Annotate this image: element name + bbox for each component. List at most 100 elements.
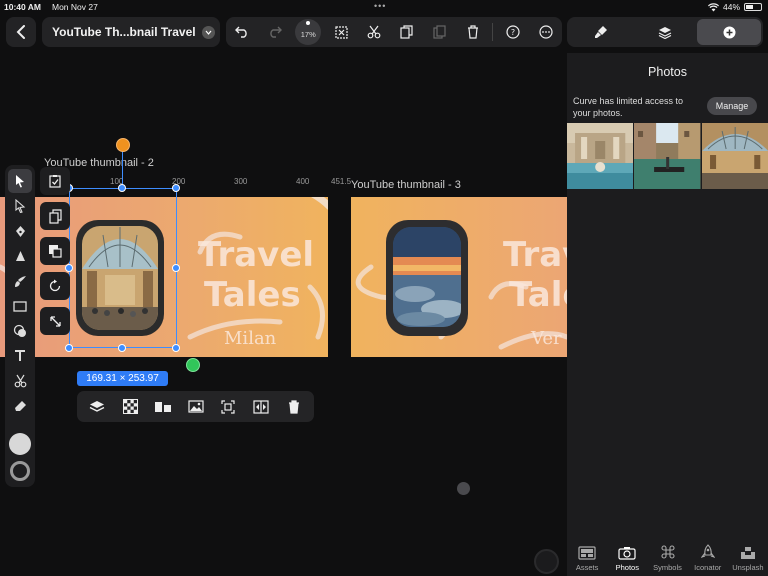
text-tool[interactable] xyxy=(8,344,32,368)
panel-title: Photos xyxy=(648,65,687,79)
panel-tabs xyxy=(567,17,763,47)
boolean-button[interactable] xyxy=(146,391,179,422)
floating-action-dot[interactable] xyxy=(534,549,559,574)
title-line-tales[interactable]: Tales xyxy=(204,275,301,315)
corner-radius-handle[interactable] xyxy=(186,358,200,372)
eraser-icon xyxy=(14,400,26,411)
crop-select-button[interactable] xyxy=(325,17,358,47)
scissors-tool[interactable] xyxy=(8,369,32,393)
resize-handle-bl[interactable] xyxy=(65,344,73,352)
more-button[interactable] xyxy=(529,17,562,47)
resize-handle-br[interactable] xyxy=(172,344,180,352)
rectangle-icon xyxy=(13,300,27,312)
rotation-line xyxy=(122,150,123,188)
tab-assets[interactable]: Assets xyxy=(567,532,607,572)
fit-frame-icon xyxy=(221,399,235,414)
airplane-window-frame[interactable] xyxy=(385,219,469,337)
tab-iconator[interactable]: Iconator xyxy=(688,532,728,572)
tab-assets-label: Assets xyxy=(575,563,599,572)
document-copy-icon xyxy=(48,208,62,224)
fit-content-button[interactable] xyxy=(212,391,245,422)
copy-button[interactable] xyxy=(391,17,424,47)
arrange-button[interactable] xyxy=(81,391,114,422)
stroke-color-swatch[interactable] xyxy=(10,461,30,481)
pen-tool[interactable] xyxy=(8,219,32,243)
secondary-toolbar xyxy=(40,165,70,337)
unsplash-icon xyxy=(740,547,755,559)
pencil-tool[interactable] xyxy=(8,244,32,268)
title-line-travel-3[interactable]: Trav xyxy=(503,235,567,275)
document-title-button[interactable]: YouTube Th...bnail Travel xyxy=(42,17,220,47)
brush-tool[interactable] xyxy=(8,269,32,293)
delete-shape-button[interactable] xyxy=(277,391,310,422)
delete-button[interactable] xyxy=(456,17,489,47)
direct-select-tool[interactable] xyxy=(8,194,32,218)
tab-style[interactable] xyxy=(569,19,633,45)
title-line-travel[interactable]: Travel xyxy=(198,235,314,275)
document-action-button[interactable] xyxy=(40,202,70,230)
resize-handle-r[interactable] xyxy=(172,264,180,272)
resize-handle-t[interactable] xyxy=(118,184,126,192)
photo-thumbnail-galleria[interactable] xyxy=(701,123,768,189)
layers-icon xyxy=(90,400,105,412)
zoom-button[interactable]: 17% xyxy=(292,17,325,47)
artboard-label-3[interactable]: YouTube thumbnail - 3 xyxy=(351,179,461,191)
command-icon xyxy=(660,545,675,559)
tab-iconator-label: Iconator xyxy=(694,563,722,572)
photo-thumbnail-venice[interactable] xyxy=(634,123,701,189)
tab-add[interactable] xyxy=(697,19,761,45)
resize-handle-b[interactable] xyxy=(118,344,126,352)
undo-button[interactable] xyxy=(226,17,259,47)
subtitle-city-3[interactable]: Ver xyxy=(531,328,562,349)
tab-symbols[interactable]: Symbols xyxy=(647,532,687,572)
flip-button[interactable] xyxy=(245,391,278,422)
resize-handle-tr[interactable] xyxy=(172,184,180,192)
ruler-tick: 400 xyxy=(296,177,310,186)
rotate-button[interactable] xyxy=(40,272,70,300)
redo-button[interactable] xyxy=(259,17,292,47)
image-button[interactable] xyxy=(179,391,212,422)
tab-layers[interactable] xyxy=(633,19,697,45)
resize-diagonal-button[interactable] xyxy=(40,307,70,335)
rotate-icon xyxy=(49,279,61,292)
back-button[interactable] xyxy=(6,17,36,47)
flip-icon xyxy=(253,399,269,414)
manage-button[interactable]: Manage xyxy=(707,97,757,115)
cut-button[interactable] xyxy=(358,17,391,47)
photo-thumbnail-trevi[interactable] xyxy=(567,123,634,189)
paste-button[interactable] xyxy=(423,17,456,47)
expand-diagonal-icon xyxy=(49,315,61,327)
select-tool[interactable] xyxy=(8,169,32,193)
artboard-thumbnail-3[interactable]: Trav Tale Ver xyxy=(351,197,567,357)
tab-photos[interactable]: Photos xyxy=(607,532,647,572)
pointer-arrow-icon xyxy=(16,175,24,188)
subtitle-city[interactable]: Milan xyxy=(224,328,276,349)
zoom-level: 17% xyxy=(300,30,316,39)
multitasking-dots-icon[interactable]: ••• xyxy=(374,1,386,11)
selection-box[interactable] xyxy=(69,188,177,348)
camera-icon xyxy=(618,547,636,560)
tab-unsplash[interactable]: Unsplash xyxy=(728,532,768,572)
trash-icon xyxy=(288,399,299,414)
selection-size-badge: 169.31 × 253.97 xyxy=(77,371,168,386)
zoom-indicator: 17% xyxy=(295,19,322,45)
eraser-tool[interactable] xyxy=(8,394,32,418)
tab-symbols-label: Symbols xyxy=(653,563,682,572)
canvas-scroll-indicator[interactable] xyxy=(457,482,470,495)
checkerboard-icon xyxy=(122,399,138,414)
layers-icon xyxy=(658,26,672,39)
transparency-button[interactable] xyxy=(114,391,147,422)
help-button[interactable]: ? xyxy=(496,17,529,47)
app-root: 10:40 AM Mon Nov 27 ••• 44% YouTube Th..… xyxy=(0,0,768,576)
photos-panel: Photos Curve has limited access to your … xyxy=(567,53,768,576)
clipboard-button[interactable] xyxy=(40,167,70,195)
shape-tool[interactable] xyxy=(8,294,32,318)
title-line-tales-3[interactable]: Tale xyxy=(509,275,567,315)
rotation-handle[interactable] xyxy=(116,138,130,152)
replace-image-button[interactable] xyxy=(40,237,70,265)
fill-color-swatch[interactable] xyxy=(9,433,31,455)
document-title: YouTube Th...bnail Travel xyxy=(52,25,196,39)
fill-tool[interactable] xyxy=(8,319,32,343)
panel-bottom-tabs: Assets Photos Symbols Iconator Unsplash xyxy=(567,532,768,572)
assets-icon xyxy=(578,546,596,560)
